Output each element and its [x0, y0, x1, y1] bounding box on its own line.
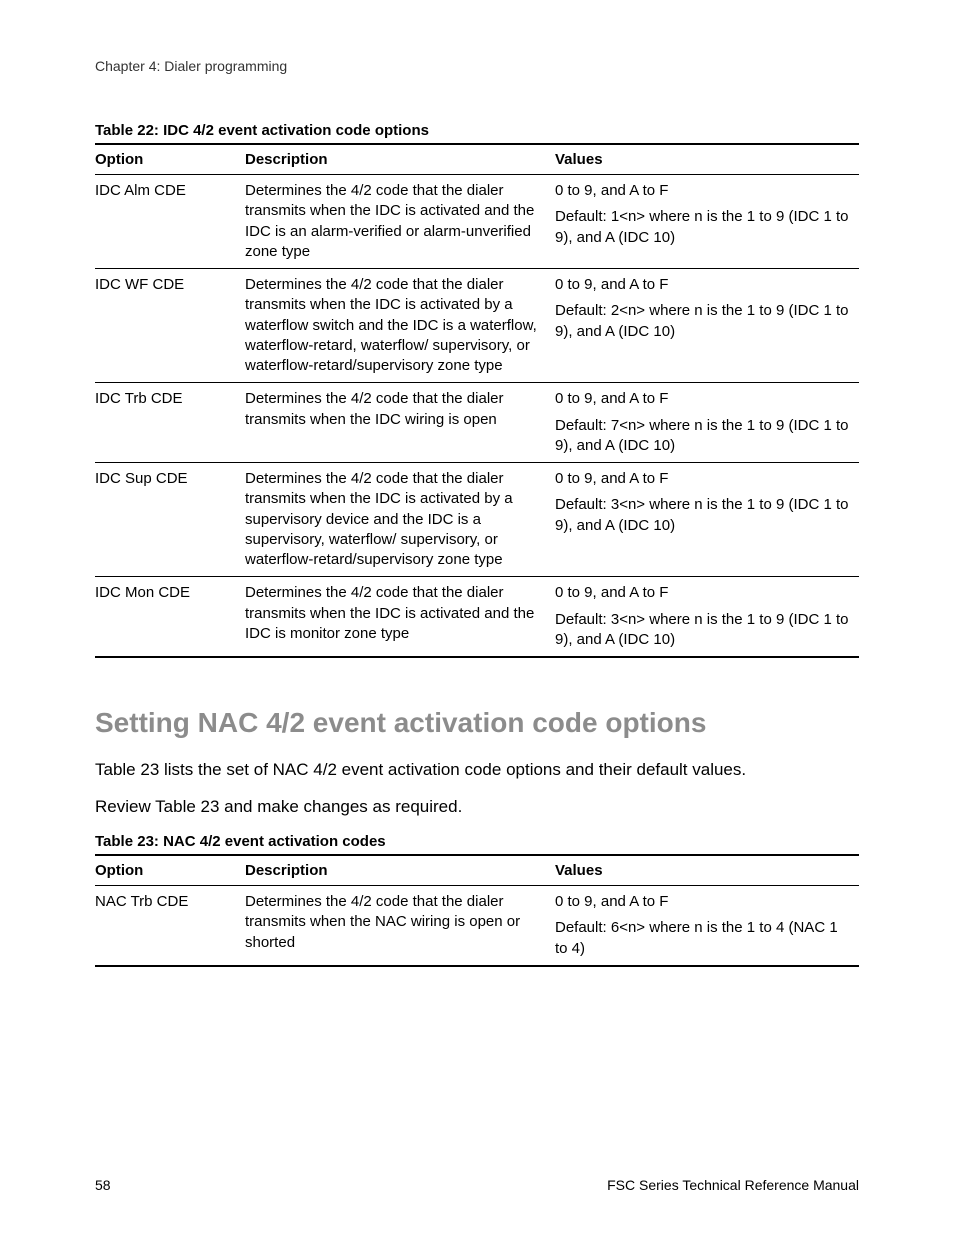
section-heading: Setting NAC 4/2 event activation code op… — [95, 706, 859, 740]
cell-values: 0 to 9, and A to F Default: 2<n> where n… — [555, 269, 859, 383]
cell-option: IDC Sup CDE — [95, 463, 245, 577]
cell-option: IDC WF CDE — [95, 269, 245, 383]
col-header-values: Values — [555, 855, 859, 886]
values-range: 0 to 9, and A to F — [555, 389, 849, 409]
col-header-description: Description — [245, 855, 555, 886]
values-default: Default: 1<n> where n is the 1 to 9 (IDC… — [555, 207, 849, 248]
table-23-caption: Table 23: NAC 4/2 event activation codes — [95, 833, 859, 850]
cell-description: Determines the 4/2 code that the dialer … — [245, 269, 555, 383]
table-header-row: Option Description Values — [95, 144, 859, 175]
values-default: Default: 3<n> where n is the 1 to 9 (IDC… — [555, 610, 849, 651]
values-default: Default: 3<n> where n is the 1 to 9 (IDC… — [555, 495, 849, 536]
table-22: Option Description Values IDC Alm CDE De… — [95, 143, 859, 658]
cell-values: 0 to 9, and A to F Default: 1<n> where n… — [555, 175, 859, 269]
chapter-header: Chapter 4: Dialer programming — [95, 58, 859, 74]
page-footer: 58 FSC Series Technical Reference Manual — [95, 1177, 859, 1193]
table-header-row: Option Description Values — [95, 855, 859, 886]
cell-description: Determines the 4/2 code that the dialer … — [245, 577, 555, 657]
table-row: NAC Trb CDE Determines the 4/2 code that… — [95, 886, 859, 966]
values-range: 0 to 9, and A to F — [555, 275, 849, 295]
values-range: 0 to 9, and A to F — [555, 469, 849, 489]
page: Chapter 4: Dialer programming Table 22: … — [0, 0, 954, 1235]
values-range: 0 to 9, and A to F — [555, 583, 849, 603]
cell-values: 0 to 9, and A to F Default: 3<n> where n… — [555, 577, 859, 657]
table-row: IDC Mon CDE Determines the 4/2 code that… — [95, 577, 859, 657]
cell-description: Determines the 4/2 code that the dialer … — [245, 463, 555, 577]
table-23: Option Description Values NAC Trb CDE De… — [95, 854, 859, 967]
page-number: 58 — [95, 1177, 111, 1193]
body-paragraph: Table 23 lists the set of NAC 4/2 event … — [95, 758, 859, 782]
cell-values: 0 to 9, and A to F Default: 6<n> where n… — [555, 886, 859, 966]
values-default: Default: 7<n> where n is the 1 to 9 (IDC… — [555, 416, 849, 457]
body-paragraph: Review Table 23 and make changes as requ… — [95, 795, 859, 819]
cell-description: Determines the 4/2 code that the dialer … — [245, 886, 555, 966]
col-header-option: Option — [95, 855, 245, 886]
col-header-option: Option — [95, 144, 245, 175]
cell-values: 0 to 9, and A to F Default: 7<n> where n… — [555, 383, 859, 463]
table-row: IDC WF CDE Determines the 4/2 code that … — [95, 269, 859, 383]
values-default: Default: 2<n> where n is the 1 to 9 (IDC… — [555, 301, 849, 342]
cell-option: IDC Trb CDE — [95, 383, 245, 463]
values-default: Default: 6<n> where n is the 1 to 4 (NAC… — [555, 918, 849, 959]
col-header-values: Values — [555, 144, 859, 175]
table-row: IDC Alm CDE Determines the 4/2 code that… — [95, 175, 859, 269]
col-header-description: Description — [245, 144, 555, 175]
table-row: IDC Sup CDE Determines the 4/2 code that… — [95, 463, 859, 577]
values-range: 0 to 9, and A to F — [555, 892, 849, 912]
table-22-caption: Table 22: IDC 4/2 event activation code … — [95, 122, 859, 139]
cell-option: IDC Mon CDE — [95, 577, 245, 657]
values-range: 0 to 9, and A to F — [555, 181, 849, 201]
cell-option: IDC Alm CDE — [95, 175, 245, 269]
cell-description: Determines the 4/2 code that the dialer … — [245, 175, 555, 269]
cell-values: 0 to 9, and A to F Default: 3<n> where n… — [555, 463, 859, 577]
manual-title: FSC Series Technical Reference Manual — [607, 1177, 859, 1193]
cell-description: Determines the 4/2 code that the dialer … — [245, 383, 555, 463]
cell-option: NAC Trb CDE — [95, 886, 245, 966]
table-row: IDC Trb CDE Determines the 4/2 code that… — [95, 383, 859, 463]
